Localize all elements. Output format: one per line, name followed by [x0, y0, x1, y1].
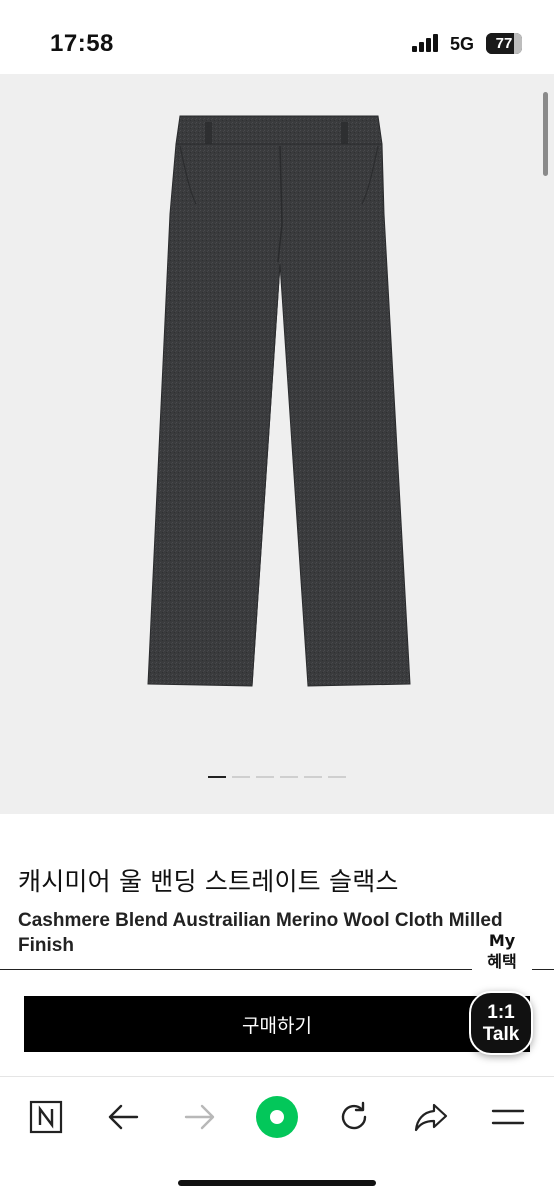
- status-bar: 17:58 5G 77: [0, 0, 554, 74]
- one-to-one-talk-button[interactable]: 1:1 Talk: [469, 991, 533, 1055]
- menu-icon[interactable]: [486, 1095, 530, 1139]
- pager-dot[interactable]: [208, 776, 226, 778]
- my-benefit-button[interactable]: My 혜택: [472, 930, 532, 978]
- pager-dot[interactable]: [280, 776, 298, 778]
- my-benefit-line-1: My: [488, 931, 516, 950]
- network-type: 5G: [450, 34, 475, 54]
- scroll-indicator[interactable]: [543, 92, 548, 176]
- naver-n-icon[interactable]: [24, 1095, 68, 1139]
- product-title-korean: 캐시미어 울 밴딩 스트레이트 슬랙스: [18, 867, 399, 896]
- green-dot-home-icon[interactable]: [255, 1095, 299, 1139]
- pager-dot[interactable]: [256, 776, 274, 778]
- talk-line-1: 1:1: [487, 1002, 515, 1023]
- section-divider: [0, 969, 554, 970]
- cellular-signal-icon: [412, 34, 442, 52]
- pager-dot[interactable]: [304, 776, 322, 778]
- buy-button-label: 구매하기: [242, 1014, 312, 1037]
- my-benefit-line-2: 혜택: [487, 952, 517, 971]
- gallery-pager: [0, 776, 554, 780]
- product-photo-trousers: [147, 115, 411, 687]
- talk-line-2: Talk: [482, 1024, 520, 1045]
- battery-icon: 77: [486, 33, 522, 54]
- forward-arrow-icon[interactable]: [178, 1095, 222, 1139]
- pager-dot[interactable]: [232, 776, 250, 778]
- product-title-english: Cashmere Blend Austrailian Merino Wool C…: [18, 910, 503, 956]
- buy-button[interactable]: 구매하기: [24, 996, 530, 1052]
- status-time: 17:58: [50, 30, 114, 57]
- product-image-gallery[interactable]: [0, 74, 554, 814]
- battery-level: 77: [495, 35, 513, 52]
- share-icon[interactable]: [409, 1095, 453, 1139]
- back-arrow-icon[interactable]: [101, 1095, 145, 1139]
- refresh-icon[interactable]: [332, 1095, 376, 1139]
- home-indicator[interactable]: [178, 1180, 376, 1186]
- pager-dot[interactable]: [328, 776, 346, 778]
